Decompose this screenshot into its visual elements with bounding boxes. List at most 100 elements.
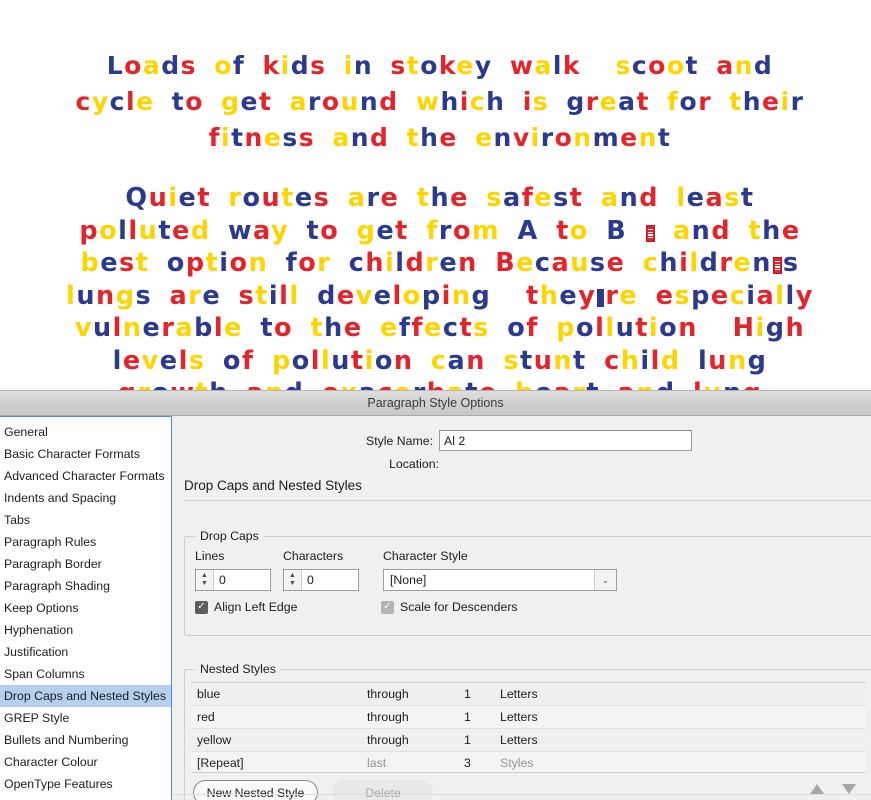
lines-stepper[interactable]: ▲ ▼ <box>195 569 271 591</box>
glyph: a <box>246 378 265 390</box>
glyph: a <box>551 248 571 278</box>
glyph: d <box>370 123 390 152</box>
table-row[interactable]: red through 1 Letters <box>191 706 866 729</box>
glyph: r <box>188 280 203 311</box>
sidebar-item-opentype-features[interactable]: OpenType Features <box>0 773 171 795</box>
glyph: o <box>452 215 472 246</box>
lines-input[interactable] <box>214 570 270 590</box>
triangle-up-icon <box>810 784 824 794</box>
glyph: a <box>716 51 735 80</box>
glyph: d <box>660 345 681 376</box>
glyph: h <box>324 313 344 343</box>
dialog-titlebar[interactable]: Paragraph Style Options <box>0 391 871 416</box>
glyph: l <box>66 280 77 311</box>
cell-style: [Repeat] <box>197 756 244 770</box>
glyph: l <box>689 248 700 278</box>
glyph: e <box>781 215 801 246</box>
glyph: o <box>214 51 233 80</box>
document-canvas[interactable]: Loads of kids in stokey walk scoot and c… <box>0 0 871 390</box>
sidebar-item-paragraph-shading[interactable]: Paragraph Shading <box>0 575 171 597</box>
characters-input[interactable] <box>302 570 358 590</box>
glyph: t <box>685 51 699 80</box>
glyph: i <box>268 280 280 311</box>
character-style-dropdown[interactable]: [None] ⌄ <box>383 569 617 591</box>
glyph: c <box>631 51 649 80</box>
sidebar-item-hyphenation[interactable]: Hyphenation <box>0 619 171 641</box>
glyph: h <box>742 87 763 116</box>
sidebar-item-span-columns[interactable]: Span Columns <box>0 663 171 685</box>
glyph: m <box>592 123 621 152</box>
table-row[interactable]: blue through 1 Letters <box>191 683 866 706</box>
sidebar-item-general[interactable]: General <box>0 421 171 443</box>
glyph: e <box>620 123 639 152</box>
glyph: v <box>512 123 531 152</box>
table-row[interactable]: yellow through 1 Letters <box>191 729 866 752</box>
sidebar-item-drop-caps-and-nested-styles[interactable]: Drop Caps and Nested Styles <box>0 685 171 707</box>
settings-category-sidebar[interactable]: General Basic Character Formats Advanced… <box>0 416 172 800</box>
glyph: a <box>554 378 573 390</box>
document-paragraph-2[interactable]: Quiet routes are the safest and least po… <box>55 182 825 390</box>
sidebar-item-tabs[interactable]: Tabs <box>0 509 171 531</box>
glyph: f <box>521 183 535 213</box>
document-paragraph-1[interactable]: Loads of kids in stokey walk scoot and c… <box>60 48 820 156</box>
sidebar-item-label: Character Colour <box>4 755 98 769</box>
glyph: t <box>197 183 212 213</box>
glyph: t <box>406 51 421 80</box>
sidebar-item-keep-options[interactable]: Keep Options <box>0 597 171 619</box>
characters-label: Characters <box>283 549 344 563</box>
sidebar-item-indents-and-spacing[interactable]: Indents and Spacing <box>0 487 171 509</box>
nested-styles-table[interactable]: blue through 1 Letters red through 1 Let… <box>191 682 866 773</box>
glyph: c <box>109 87 126 116</box>
lines-label: Lines <box>195 549 225 563</box>
align-left-edge-checkbox[interactable]: ✓ Align Left Edge <box>195 600 297 614</box>
sidebar-item-label: Bullets and Numbering <box>4 733 129 747</box>
cell-unit: Letters <box>500 687 538 701</box>
glyph: c <box>469 87 487 116</box>
glyph: l <box>320 345 332 376</box>
sidebar-item-label: Justification <box>4 645 69 659</box>
sidebar-item-label: GREP Style <box>4 711 70 725</box>
chevron-down-icon[interactable]: ⌄ <box>594 570 616 590</box>
glyph: t <box>586 378 600 390</box>
glyph: u <box>340 87 360 116</box>
glyph: a <box>347 183 367 213</box>
glyph: c <box>75 87 92 116</box>
glyph: e <box>762 87 781 116</box>
drop-caps-group-title: Drop Caps <box>195 529 264 543</box>
delete-button[interactable]: Delete <box>333 780 433 800</box>
table-row[interactable]: [Repeat] last 3 Styles <box>191 752 866 772</box>
scale-for-descenders-checkbox[interactable]: ✓ Scale for Descenders <box>381 600 518 614</box>
glyph: l <box>112 313 123 343</box>
glyph: L <box>106 51 125 80</box>
sidebar-item-character-colour[interactable]: Character Colour <box>0 751 171 773</box>
glyph: n <box>691 215 712 246</box>
glyph: u <box>533 345 554 376</box>
stepper-arrows-icon[interactable]: ▲ ▼ <box>196 570 214 590</box>
sidebar-item-justification[interactable]: Justification <box>0 641 171 663</box>
glyph: d <box>753 51 774 80</box>
glyph: b <box>80 248 101 278</box>
glyph: i <box>780 87 791 116</box>
sidebar-item-paragraph-rules[interactable]: Paragraph Rules <box>0 531 171 553</box>
sidebar-item-paragraph-border[interactable]: Paragraph Border <box>0 553 171 575</box>
stepper-arrows-icon[interactable]: ▲ ▼ <box>284 570 302 590</box>
glyph: d <box>317 280 337 311</box>
style-name-input[interactable] <box>439 430 692 451</box>
sidebar-item-bullets-and-numbering[interactable]: Bullets and Numbering <box>0 729 171 751</box>
sidebar-item-grep-style[interactable]: GREP Style <box>0 707 171 729</box>
new-nested-style-label: New Nested Style <box>206 785 305 800</box>
glyph: c <box>534 248 552 278</box>
glyph: d <box>699 248 720 278</box>
glyph: o <box>554 123 574 152</box>
glyph: h <box>515 378 535 390</box>
glyph: i <box>168 183 179 213</box>
sidebar-item-basic-character-formats[interactable]: Basic Character Formats <box>0 443 171 465</box>
glyph: e <box>599 87 619 116</box>
glyph: i <box>280 51 291 80</box>
characters-stepper[interactable]: ▲ ▼ <box>283 569 359 591</box>
glyph: e <box>322 378 341 390</box>
new-nested-style-button[interactable]: New Nested Style <box>193 780 318 800</box>
glyph: s <box>135 280 153 311</box>
sidebar-item-advanced-character-formats[interactable]: Advanced Character Formats <box>0 465 171 487</box>
glyph: a <box>175 313 195 343</box>
